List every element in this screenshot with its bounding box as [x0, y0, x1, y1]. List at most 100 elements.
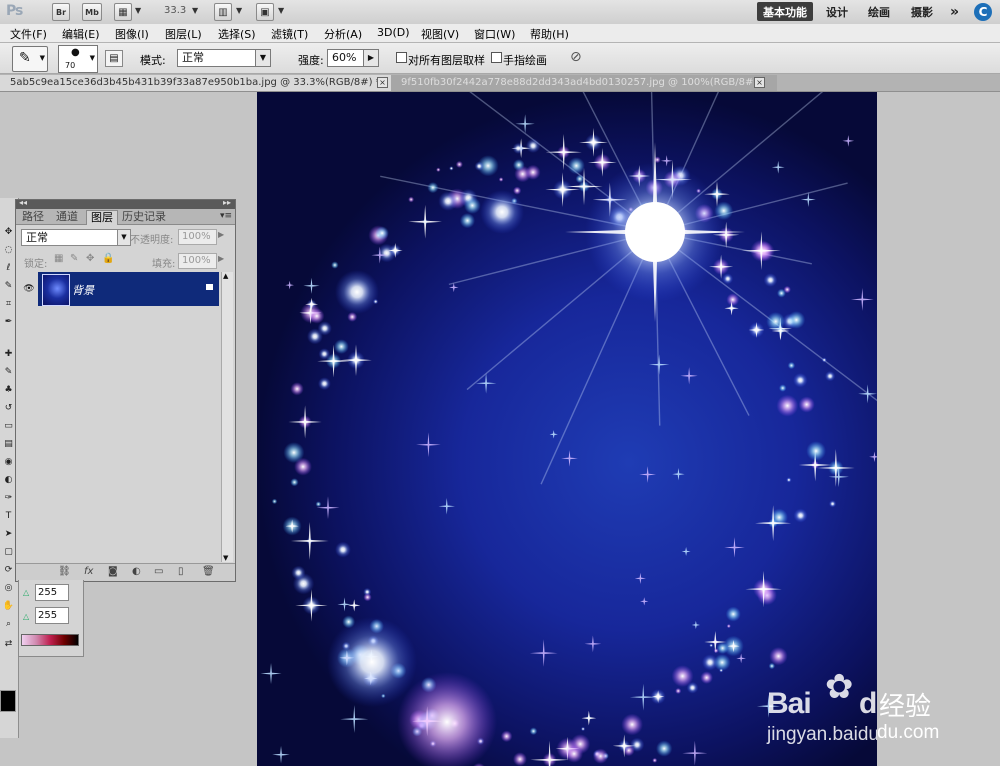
- screen-mode-button[interactable]: ▣: [256, 3, 274, 21]
- new-group-icon[interactable]: ▭: [154, 566, 163, 577]
- chevron-right-icon[interactable]: ▶: [218, 230, 224, 239]
- mode-select[interactable]: 正常 ▼: [177, 49, 271, 67]
- view-extras-button[interactable]: ▦: [114, 3, 132, 21]
- layer-name[interactable]: 背景: [72, 282, 94, 298]
- lasso-tool-icon[interactable]: ℓ: [2, 262, 15, 274]
- layer-row-background[interactable]: 👁 背景: [20, 272, 219, 306]
- zoom-level[interactable]: 33.3: [164, 5, 186, 16]
- clone-stamp-tool-icon[interactable]: ♣: [2, 384, 15, 396]
- tab-document-1[interactable]: 5ab5c9ea15ce36d3b45b431b39f33a87e950b1ba…: [0, 75, 398, 91]
- color-ramp[interactable]: [21, 634, 79, 646]
- tablet-pressure-icon[interactable]: ⊘: [570, 49, 582, 65]
- quick-select-tool-icon[interactable]: ✎: [2, 280, 15, 292]
- menu-layer[interactable]: 图层(L): [165, 26, 202, 42]
- cs-live-icon[interactable]: C: [974, 3, 992, 21]
- tab-paths[interactable]: 路径: [18, 210, 48, 224]
- expand-icon[interactable]: ▸▸: [223, 198, 231, 207]
- color-value-input-2[interactable]: 255: [35, 607, 69, 624]
- menu-view[interactable]: 视图(V): [421, 26, 459, 42]
- chevron-down-icon[interactable]: ▼: [236, 6, 242, 15]
- tool-preset-picker[interactable]: ✎ ▼: [12, 46, 48, 72]
- link-layers-icon[interactable]: ⛓: [58, 566, 71, 577]
- brush-panel-toggle-icon[interactable]: ▤: [105, 50, 123, 67]
- menu-edit[interactable]: 编辑(E): [62, 26, 100, 42]
- brush-preset-picker[interactable]: ● 70 ▼: [58, 45, 98, 73]
- path-select-tool-icon[interactable]: ➤: [2, 528, 15, 540]
- panel-title-bar[interactable]: ◂◂ ▸▸: [16, 198, 235, 209]
- brush-tool-icon[interactable]: ✎: [2, 366, 15, 378]
- scroll-down-icon[interactable]: ▼: [223, 554, 228, 562]
- slider-marker-icon[interactable]: △: [23, 612, 29, 621]
- tab-layers[interactable]: 图层: [86, 210, 118, 225]
- blend-mode-select[interactable]: 正常 ▼: [21, 229, 131, 246]
- menu-analysis[interactable]: 分析(A): [324, 26, 362, 42]
- scroll-up-icon[interactable]: ▲: [223, 272, 228, 280]
- sample-all-layers-checkbox[interactable]: [396, 52, 407, 63]
- dodge-tool-icon[interactable]: ◐: [2, 474, 15, 486]
- move-tool-icon[interactable]: ✥: [2, 226, 15, 238]
- chevron-down-icon[interactable]: ▼: [192, 6, 198, 15]
- menu-window[interactable]: 窗口(W): [474, 26, 515, 42]
- bridge-button[interactable]: Br: [52, 3, 70, 21]
- close-icon[interactable]: ×: [754, 77, 765, 88]
- eyedropper-tool-icon[interactable]: ✒: [2, 316, 15, 328]
- close-icon[interactable]: ×: [377, 77, 388, 88]
- lock-transparency-icon[interactable]: ▦: [54, 253, 63, 264]
- workspace-design[interactable]: 设计: [820, 2, 854, 21]
- lock-position-icon[interactable]: ✥: [86, 253, 94, 264]
- chevron-right-icon[interactable]: ▶: [218, 254, 224, 263]
- panel-menu-icon[interactable]: ▾≡: [220, 211, 232, 221]
- history-brush-tool-icon[interactable]: ↺: [2, 402, 15, 414]
- delete-layer-icon[interactable]: 🗑: [202, 566, 215, 577]
- 3d-camera-tool-icon[interactable]: ◎: [2, 582, 15, 594]
- gradient-tool-icon[interactable]: ▤: [2, 438, 15, 450]
- layers-scrollbar[interactable]: ▲ ▼: [221, 272, 233, 562]
- healing-brush-tool-icon[interactable]: ✚: [2, 348, 15, 360]
- blur-tool-icon[interactable]: ◉: [2, 456, 15, 468]
- hand-tool-icon[interactable]: ✋: [2, 600, 15, 612]
- marquee-tool-icon[interactable]: ◌: [2, 244, 15, 256]
- workspace-painting[interactable]: 绘画: [862, 2, 896, 21]
- new-layer-icon[interactable]: ▯: [178, 566, 184, 577]
- layer-style-icon[interactable]: fx: [84, 566, 93, 577]
- eraser-tool-icon[interactable]: ▭: [2, 420, 15, 432]
- color-value-input-1[interactable]: 255: [35, 584, 69, 601]
- collapse-icon[interactable]: ◂◂: [19, 198, 27, 207]
- tab-history[interactable]: 历史记录: [118, 210, 170, 224]
- menu-image[interactable]: 图像(I): [115, 26, 149, 42]
- finger-painting-checkbox[interactable]: [491, 52, 502, 63]
- crop-tool-icon[interactable]: ⌗: [2, 298, 15, 310]
- strength-input[interactable]: 60% ▶: [327, 49, 379, 67]
- shape-tool-icon[interactable]: ▢: [2, 546, 15, 558]
- menu-3d[interactable]: 3D(D): [377, 26, 410, 39]
- pen-tool-icon[interactable]: ✑: [2, 492, 15, 504]
- adjustment-layer-icon[interactable]: ◐: [132, 566, 141, 577]
- lock-pixels-icon[interactable]: ✎: [70, 253, 78, 264]
- tab-channels[interactable]: 通道: [52, 210, 82, 224]
- document-canvas[interactable]: Bai ✿ du 经验 jingyan.baidu.com: [257, 92, 877, 766]
- zoom-tool-icon[interactable]: ⌕: [2, 618, 15, 630]
- 3d-rotate-tool-icon[interactable]: ⟳: [2, 564, 15, 576]
- menu-help[interactable]: 帮助(H): [530, 26, 569, 42]
- menu-select[interactable]: 选择(S): [218, 26, 256, 42]
- chevron-down-icon[interactable]: ▼: [278, 6, 284, 15]
- type-tool-icon[interactable]: T: [2, 510, 15, 522]
- fill-input[interactable]: 100%: [178, 253, 217, 269]
- workspace-photography[interactable]: 摄影: [905, 2, 939, 21]
- layer-mask-icon[interactable]: ◙: [108, 566, 118, 577]
- menu-file[interactable]: 文件(F): [10, 26, 47, 42]
- lock-all-icon[interactable]: 🔒: [102, 253, 114, 264]
- slider-marker-icon[interactable]: △: [23, 588, 29, 597]
- swap-colors-icon[interactable]: ⇄: [2, 638, 15, 650]
- foreground-color-swatch[interactable]: [0, 690, 16, 712]
- more-workspaces-icon[interactable]: »: [944, 2, 965, 21]
- eye-icon[interactable]: 👁: [20, 272, 38, 306]
- mini-bridge-button[interactable]: Mb: [82, 3, 102, 21]
- tab-document-2[interactable]: 9f510fb30f2442a778e88d2dd343ad4bd0130257…: [391, 75, 777, 91]
- opacity-input[interactable]: 100%: [178, 229, 217, 245]
- arrange-documents-button[interactable]: ▥: [214, 3, 232, 21]
- workspace-basic[interactable]: 基本功能: [757, 2, 813, 21]
- chevron-down-icon[interactable]: ▼: [135, 6, 141, 15]
- menu-filter[interactable]: 滤镜(T): [271, 26, 308, 42]
- brush-size: 70: [65, 61, 76, 70]
